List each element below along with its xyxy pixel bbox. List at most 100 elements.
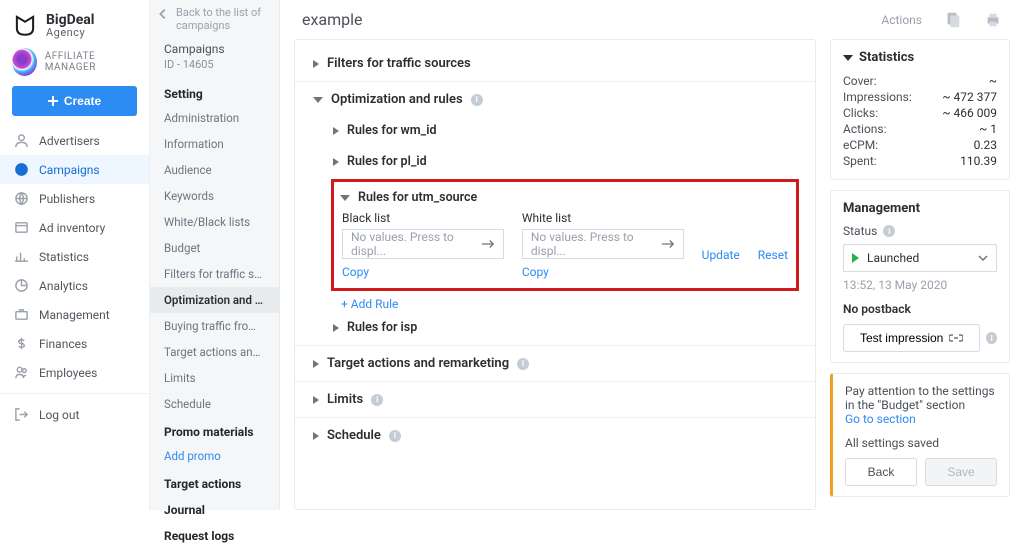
- create-label: Create: [64, 94, 101, 108]
- subnav-request-logs-section: Request logs: [150, 521, 279, 547]
- subnav-audience[interactable]: Audience: [150, 157, 279, 183]
- warning-card: Pay attention to the settings in the "Bu…: [830, 373, 1010, 497]
- create-button[interactable]: Create: [12, 86, 137, 116]
- subnav-id: ID - 14605: [150, 58, 279, 79]
- nav-employees[interactable]: Employees: [0, 358, 149, 387]
- user-role: AFFILIATE MANAGER: [45, 51, 137, 73]
- subnav-target-actions[interactable]: Target actions and re...: [150, 339, 279, 365]
- go-to-section-link[interactable]: Go to section: [845, 412, 916, 426]
- caret-down-icon: [843, 55, 853, 61]
- info-icon: i: [371, 394, 383, 406]
- nav-statistics[interactable]: Statistics: [0, 242, 149, 271]
- saved-label: All settings saved: [845, 436, 997, 450]
- update-link[interactable]: Update: [702, 230, 740, 262]
- subnav-target-actions-section: Target actions: [150, 469, 279, 495]
- nav-logout[interactable]: Log out: [0, 400, 149, 429]
- acc-filters[interactable]: Filters for traffic sources: [295, 48, 815, 79]
- secondary-sidebar: Back to the list of campaigns Campaigns …: [150, 0, 280, 510]
- subnav-keywords[interactable]: Keywords: [150, 183, 279, 209]
- info-icon: i: [986, 332, 997, 344]
- page-header: example Actions: [280, 0, 1024, 35]
- subnav-promo-section: Promo materials: [150, 417, 279, 443]
- acc-schedule[interactable]: Schedulei: [295, 420, 815, 451]
- acc-rules-wm[interactable]: Rules for wm_id: [315, 115, 815, 146]
- avatar: [12, 48, 37, 76]
- back-link[interactable]: Back to the list of campaigns: [150, 6, 279, 40]
- caret-right-icon: [333, 127, 339, 135]
- brand-logo-icon: [12, 12, 38, 38]
- back-button[interactable]: Back: [845, 458, 917, 486]
- subnav-white-black-lists[interactable]: White/Black lists: [150, 209, 279, 235]
- nav-management[interactable]: Management: [0, 300, 149, 329]
- subnav-schedule[interactable]: Schedule: [150, 391, 279, 417]
- nav-publishers[interactable]: Publishers: [0, 184, 149, 213]
- info-icon: i: [883, 225, 895, 237]
- highlighted-rules-utm: Rules for utm_source Black list No value…: [331, 179, 799, 291]
- status-timestamp: 13:52, 13 May 2020: [843, 278, 997, 292]
- info-icon: i: [517, 358, 529, 370]
- chevron-down-icon: [978, 253, 988, 263]
- subnav-add-promo[interactable]: Add promo: [150, 443, 279, 469]
- chevron-left-icon: [156, 7, 170, 21]
- globe-icon: [14, 191, 29, 206]
- caret-right-icon: [313, 396, 319, 404]
- brand-name: BigDeal: [46, 13, 95, 27]
- subnav-buying-traffic[interactable]: Buying traffic from S...: [150, 313, 279, 339]
- dollar-icon: [14, 336, 29, 351]
- white-list-label: White list: [522, 211, 684, 225]
- briefcase-icon: [14, 307, 29, 322]
- link-icon: [949, 333, 963, 343]
- nav-advertisers[interactable]: Advertisers: [0, 126, 149, 155]
- info-icon: i: [471, 94, 483, 106]
- arrow-right-icon: [661, 239, 675, 249]
- print-icon[interactable]: [984, 11, 1002, 29]
- caret-right-icon: [313, 360, 319, 368]
- subnav-section-title: Setting: [150, 79, 279, 105]
- test-impression-button[interactable]: Test impression: [843, 324, 980, 352]
- left-sidebar: BigDeal Agency AFFILIATE MANAGER Create …: [0, 0, 150, 510]
- subnav-limits[interactable]: Limits: [150, 365, 279, 391]
- settings-card: Filters for traffic sources Optimization…: [294, 39, 816, 510]
- target-icon: [14, 162, 29, 177]
- acc-rules-utm[interactable]: Rules for utm_source: [334, 186, 796, 209]
- page-title: example: [302, 10, 363, 29]
- person-icon: [14, 133, 29, 148]
- caret-right-icon: [313, 432, 319, 440]
- subnav-information[interactable]: Information: [150, 131, 279, 157]
- caret-right-icon: [333, 324, 339, 332]
- nav-campaigns[interactable]: Campaigns: [0, 155, 149, 184]
- black-list-copy[interactable]: Copy: [342, 265, 369, 279]
- caret-right-icon: [333, 158, 339, 166]
- no-postback-label: No postback: [843, 302, 997, 316]
- status-select[interactable]: Launched: [843, 244, 997, 272]
- subnav-filters[interactable]: Filters for traffic sou...: [150, 261, 279, 287]
- subnav-budget[interactable]: Budget: [150, 235, 279, 261]
- actions-dropdown[interactable]: Actions: [881, 13, 922, 27]
- acc-limits[interactable]: Limitsi: [295, 384, 815, 415]
- reset-link[interactable]: Reset: [758, 230, 788, 262]
- white-list-input[interactable]: No values. Press to displ...: [522, 229, 684, 259]
- acc-target[interactable]: Target actions and remarketingi: [295, 348, 815, 379]
- user-block: AFFILIATE MANAGER: [0, 46, 149, 86]
- logout-icon: [14, 407, 29, 422]
- play-icon: [852, 253, 859, 263]
- subnav-administration[interactable]: Administration: [150, 105, 279, 131]
- acc-optimization[interactable]: Optimization and rulesi: [295, 84, 815, 115]
- caret-right-icon: [313, 60, 319, 68]
- black-list-input[interactable]: No values. Press to displ...: [342, 229, 504, 259]
- acc-rules-pl[interactable]: Rules for pl_id: [315, 146, 815, 177]
- add-rule-link[interactable]: + Add Rule: [315, 295, 424, 317]
- right-column: Statistics Cover:~ Impressions:~ 472 377…: [830, 39, 1010, 510]
- nav-list: Advertisers Campaigns Publishers Ad inve…: [0, 126, 149, 387]
- arrow-right-icon: [481, 239, 495, 249]
- brand-sub: Agency: [46, 27, 95, 38]
- copy-icon[interactable]: [944, 11, 962, 29]
- white-list-copy[interactable]: Copy: [522, 265, 549, 279]
- bars-icon: [14, 249, 29, 264]
- nav-analytics[interactable]: Analytics: [0, 271, 149, 300]
- nav-finances[interactable]: Finances: [0, 329, 149, 358]
- nav-ad-inventory[interactable]: Ad inventory: [0, 213, 149, 242]
- pie-icon: [14, 278, 29, 293]
- management-title: Management: [843, 201, 997, 216]
- subnav-optimization[interactable]: Optimization and rules: [150, 287, 279, 313]
